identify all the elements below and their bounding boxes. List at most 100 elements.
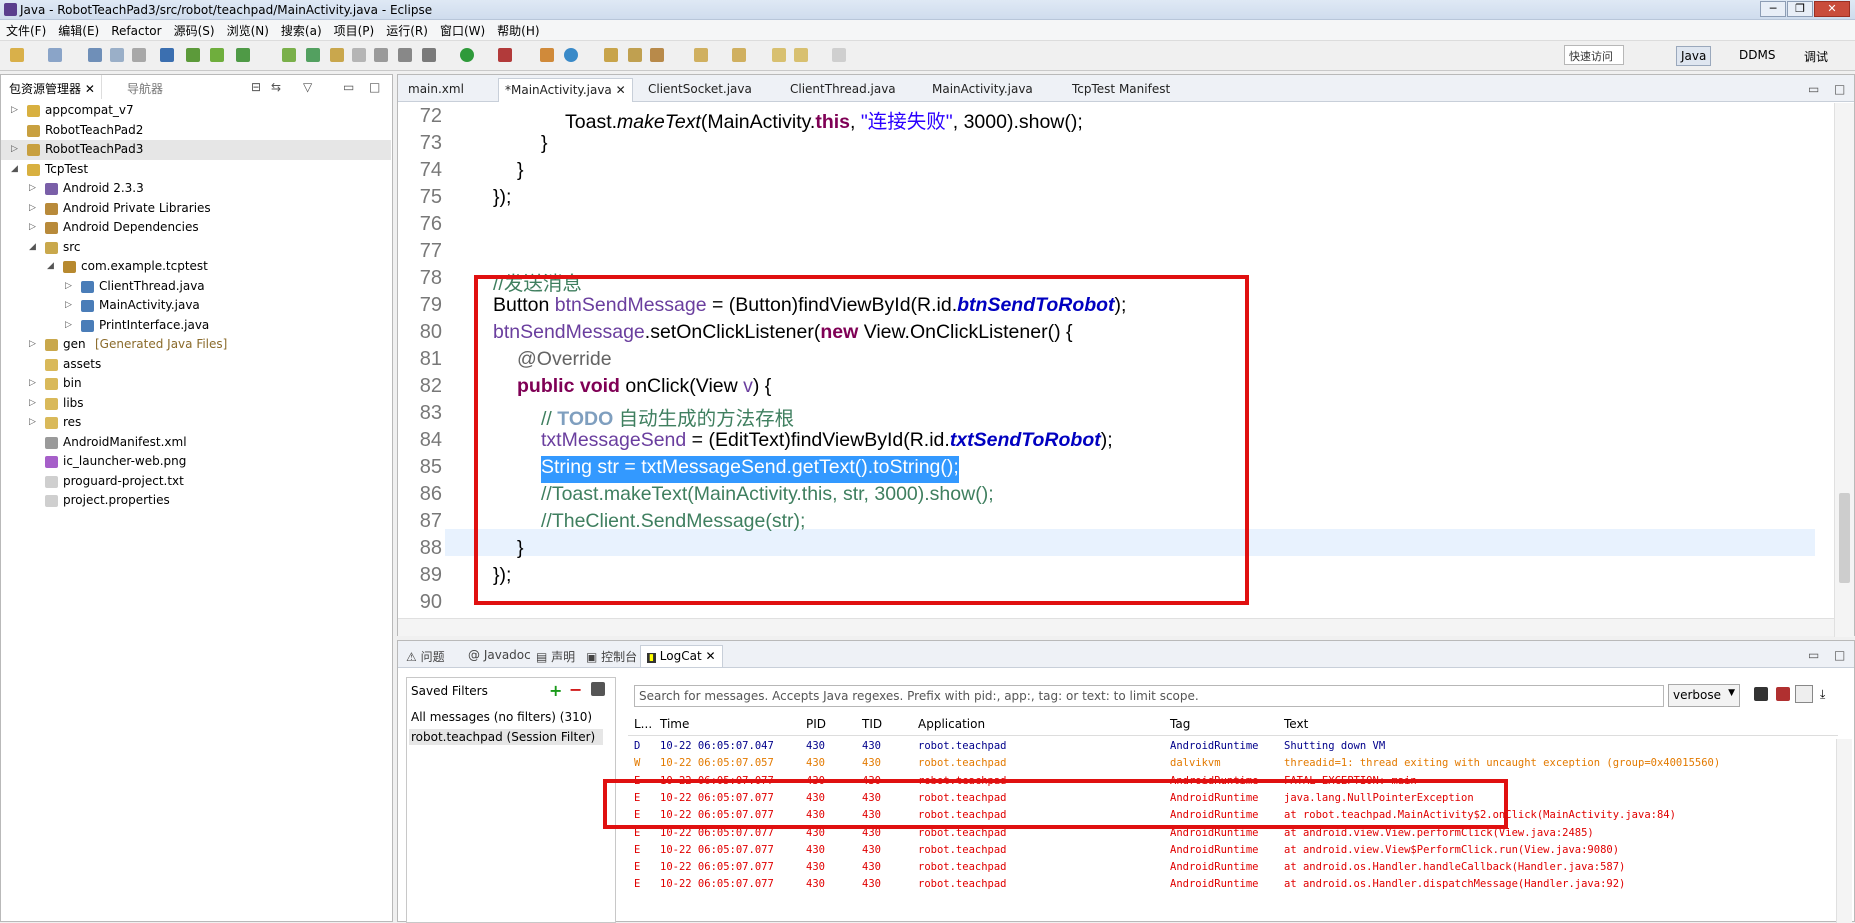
view-menu-icon[interactable]: ▽ xyxy=(297,75,318,99)
add-filter-icon[interactable]: + xyxy=(549,681,562,700)
tab-problems[interactable]: ⚠ 问题 xyxy=(400,645,451,667)
tree-item[interactable]: ▷ MainActivity.java xyxy=(1,296,391,316)
tree-item[interactable]: ▷ libs xyxy=(1,394,391,414)
maximize-view-icon[interactable]: □ xyxy=(363,75,386,99)
tree-toggle-icon[interactable]: ▷ xyxy=(29,374,38,393)
menu-window[interactable]: 窗口(W) xyxy=(434,20,491,39)
new-package-icon[interactable] xyxy=(564,48,578,62)
tree-item[interactable]: ▷ RobotTeachPad3 xyxy=(1,140,391,160)
new-android-project-icon[interactable] xyxy=(306,48,320,62)
print-icon[interactable] xyxy=(132,48,146,62)
tree-item[interactable]: ▷ Android Private Libraries xyxy=(1,199,391,219)
tab-javadoc[interactable]: @ Javadoc xyxy=(462,645,537,667)
prev-annotation-icon[interactable] xyxy=(732,48,746,62)
tree-item[interactable]: proguard-project.txt xyxy=(1,472,391,492)
col-header-pid[interactable]: PID xyxy=(806,717,826,731)
scroll-lock-icon[interactable]: ⤓ xyxy=(1820,687,1825,702)
tab-console[interactable]: ▣ 控制台 xyxy=(580,645,643,667)
tab-navigator[interactable]: 导航器 xyxy=(121,75,169,99)
run-icon[interactable] xyxy=(460,48,474,62)
editor-scrollbar[interactable] xyxy=(1834,103,1854,637)
tree-toggle-icon[interactable]: ◢ xyxy=(47,257,56,276)
tab-mainactivity[interactable]: MainActivity.java xyxy=(926,78,1039,102)
perspective-java[interactable]: Java xyxy=(1676,46,1712,66)
wand-icon[interactable] xyxy=(352,48,366,62)
tree-item[interactable]: ◢ TcpTest xyxy=(1,160,391,180)
menu-source[interactable]: 源码(S) xyxy=(168,20,221,39)
new-folder-icon[interactable] xyxy=(48,48,62,62)
search-task-icon[interactable] xyxy=(650,48,664,62)
collapse-all-icon[interactable]: ⊟ xyxy=(245,75,267,99)
tree-toggle-icon[interactable]: ▷ xyxy=(65,277,74,296)
open-type-icon[interactable] xyxy=(604,48,618,62)
remove-filter-icon[interactable]: − xyxy=(569,680,582,699)
back-icon[interactable] xyxy=(772,48,786,62)
checkbox-icon[interactable] xyxy=(236,48,250,62)
menu-search[interactable]: 搜索(a) xyxy=(275,20,328,39)
toggle-filters-icon[interactable] xyxy=(1795,685,1813,703)
menu-file[interactable]: 文件(F) xyxy=(0,20,52,39)
tree-item[interactable]: assets xyxy=(1,355,391,375)
tree-item[interactable]: RobotTeachPad2 xyxy=(1,121,391,141)
tab-declaration[interactable]: ▤ 声明 xyxy=(530,645,581,667)
minimize-button[interactable]: ─ xyxy=(1760,1,1786,17)
maximize-panel-icon[interactable]: □ xyxy=(1828,645,1851,667)
col-header-tid[interactable]: TID xyxy=(862,717,882,731)
tree-toggle-icon[interactable]: ▷ xyxy=(29,335,38,354)
tab-clientthread[interactable]: ClientThread.java xyxy=(784,78,902,102)
editor-hscrollbar[interactable] xyxy=(398,618,1834,636)
logcat-search-input[interactable]: Search for messages. Accepts Java regexe… xyxy=(634,685,1664,707)
tree-toggle-icon[interactable]: ▷ xyxy=(29,394,38,413)
tab-tcptest-manifest[interactable]: TcpTest Manifest xyxy=(1066,78,1176,102)
tree-item[interactable]: ▷ bin xyxy=(1,374,391,394)
back-arrow-icon[interactable] xyxy=(794,48,808,62)
lint-icon[interactable] xyxy=(282,48,296,62)
menu-project[interactable]: 项目(P) xyxy=(328,20,381,39)
debug-settings-icon[interactable] xyxy=(422,48,436,62)
save-all-icon[interactable] xyxy=(110,48,124,62)
col-header-application[interactable]: Application xyxy=(918,717,985,731)
col-header-time[interactable]: Time xyxy=(660,717,689,731)
logcat-row[interactable]: D 10-22 06:05:07.047 430 430 robot.teachpad A… xyxy=(628,737,1838,756)
maximize-editor-icon[interactable]: □ xyxy=(1828,78,1851,102)
paragraph-icon[interactable] xyxy=(398,48,412,62)
run-external-icon[interactable] xyxy=(498,48,512,62)
tree-item[interactable]: ▷ Android Dependencies xyxy=(1,218,391,238)
col-header-tag[interactable]: Tag xyxy=(1170,717,1190,731)
tab-main-xml[interactable]: main.xml xyxy=(402,78,470,102)
open-folder-icon[interactable] xyxy=(628,48,642,62)
menu-run[interactable]: 运行(R) xyxy=(380,20,434,39)
avd-manager-icon[interactable] xyxy=(210,48,224,62)
col-header-level[interactable]: L... xyxy=(634,717,652,731)
tree-toggle-icon[interactable]: ▷ xyxy=(65,296,74,315)
minimize-panel-icon[interactable]: ▭ xyxy=(1802,645,1825,667)
save-log-icon[interactable] xyxy=(1754,687,1768,701)
logcat-row[interactable]: W 10-22 06:05:07.057 430 430 robot.teachpad d… xyxy=(628,754,1838,773)
tree-toggle-icon[interactable]: ▷ xyxy=(29,199,38,218)
toggle-mark-icon[interactable] xyxy=(160,48,174,62)
tree-item[interactable]: ▷ ClientThread.java xyxy=(1,277,391,297)
menu-edit[interactable]: 编辑(E) xyxy=(52,20,105,39)
new-icon[interactable] xyxy=(10,48,24,62)
tree-toggle-icon[interactable]: ◢ xyxy=(29,238,38,257)
tab-package-explorer[interactable]: 包资源管理器 ✕ xyxy=(3,75,102,99)
forward-icon[interactable] xyxy=(832,48,846,62)
tree-item[interactable]: project.properties xyxy=(1,491,391,511)
minimize-view-icon[interactable]: ▭ xyxy=(337,75,360,99)
new-class-icon[interactable] xyxy=(540,48,554,62)
logcat-row[interactable]: E 10-22 06:05:07.077 430 430 robot.teachpad A… xyxy=(628,841,1838,860)
edit-filter-icon[interactable] xyxy=(591,682,605,696)
tree-toggle-icon[interactable]: ◢ xyxy=(11,160,20,179)
minimize-editor-icon[interactable]: ▭ xyxy=(1802,78,1825,102)
tab-mainactivity-modified[interactable]: *MainActivity.java ✕ xyxy=(498,78,633,102)
tab-logcat[interactable]: ▮ LogCat ✕ xyxy=(640,645,723,667)
perspective-debug[interactable]: 调试 xyxy=(1800,46,1832,66)
logcat-scrollbar[interactable] xyxy=(1836,739,1852,923)
tree-item[interactable]: ▷ appcompat_v7 xyxy=(1,101,391,121)
perspective-ddms[interactable]: DDMS xyxy=(1735,46,1779,66)
quick-access-input[interactable]: 快速访问 xyxy=(1564,45,1624,65)
tree-item[interactable]: ▷ res xyxy=(1,413,391,433)
maximize-button[interactable]: ❐ xyxy=(1787,1,1813,17)
tree-item[interactable]: ic_launcher-web.png xyxy=(1,452,391,472)
col-header-text[interactable]: Text xyxy=(1284,717,1308,731)
